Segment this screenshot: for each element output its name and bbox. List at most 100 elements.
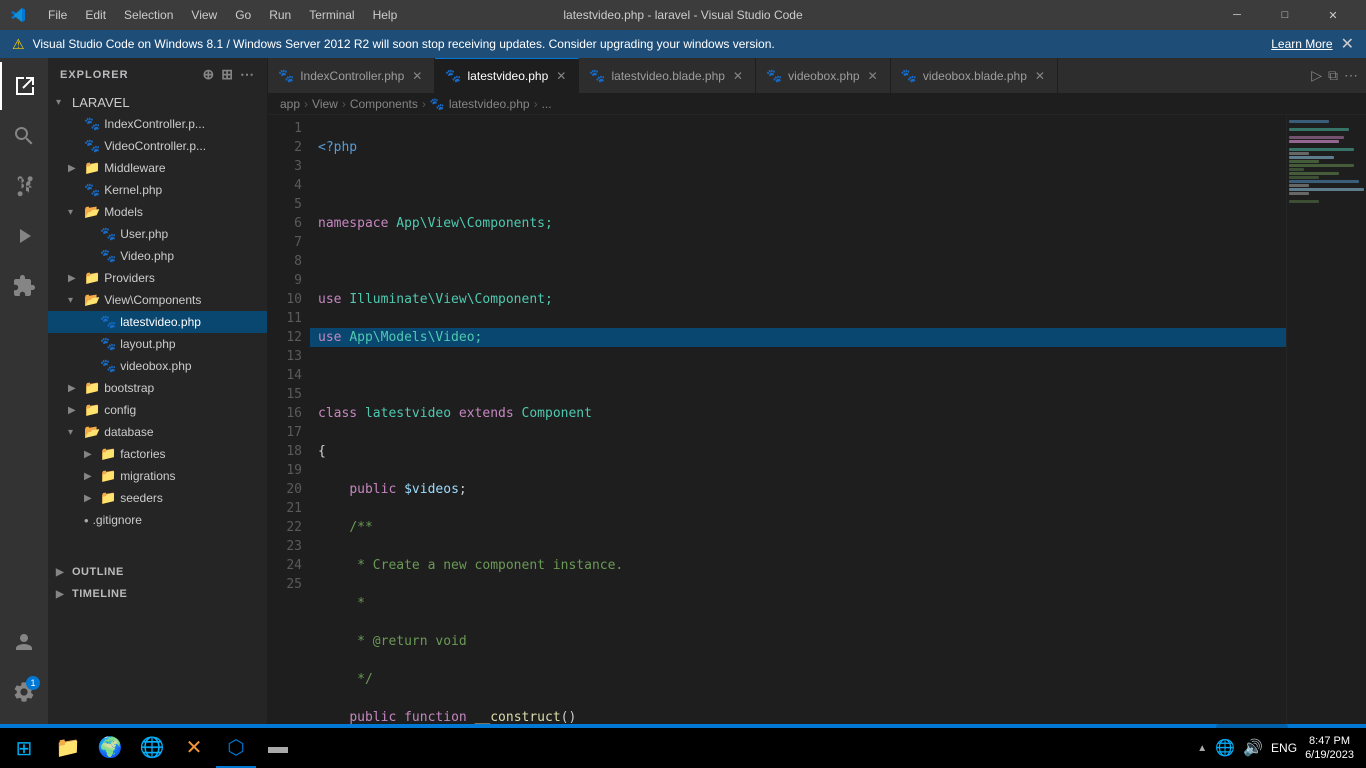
sidebar-item-providers[interactable]: ▶ 📁 Providers — [48, 267, 267, 289]
tab-latestvideo[interactable]: 🐾 latestvideo.php ✕ — [435, 58, 579, 93]
taskbar-file-explorer[interactable]: 📁 — [48, 728, 88, 768]
outline-label: OUTLINE — [72, 566, 124, 578]
tab-indexcontroller[interactable]: 🐾 IndexController.php ✕ — [268, 58, 435, 93]
code-line-5: use Illuminate\View\Component; — [310, 290, 1286, 309]
sidebar-outline-section[interactable]: ▶ OUTLINE — [48, 561, 267, 583]
sidebar-item-label: database — [104, 425, 153, 439]
activity-settings[interactable]: 1 — [0, 668, 48, 716]
sidebar-item-latestvideo[interactable]: 🐾 latestvideo.php — [48, 311, 267, 333]
activity-bar: 1 — [0, 58, 48, 724]
tray-time[interactable]: 8:47 PM 6/19/2023 — [1305, 734, 1354, 763]
sidebar-item-videobox[interactable]: 🐾 videobox.php — [48, 355, 267, 377]
tray-language[interactable]: ENG — [1271, 741, 1297, 755]
sidebar-item-indexcontroller[interactable]: 🐾 IndexController.p... — [48, 113, 267, 135]
folder-icon: 📁 — [100, 490, 116, 506]
sidebar-item-user[interactable]: 🐾 User.php — [48, 223, 267, 245]
more-tabs-icon[interactable]: ⋯ — [1344, 67, 1358, 84]
taskbar-cmd[interactable]: ▬ — [258, 728, 298, 768]
taskbar-chrome[interactable]: 🌐 — [132, 728, 172, 768]
sidebar-item-gitignore[interactable]: • .gitignore — [48, 509, 267, 531]
sidebar-item-view-components[interactable]: ▾ 📂 View\Components — [48, 289, 267, 311]
menu-run[interactable]: Run — [261, 6, 299, 24]
sidebar-item-middleware[interactable]: ▶ 📁 Middleware — [48, 157, 267, 179]
xampp-icon: ✕ — [186, 735, 203, 760]
breadcrumb-view[interactable]: View — [312, 97, 338, 111]
code-line-16: public function __construct() — [310, 708, 1286, 724]
chrome-icon: 🌐 — [140, 735, 165, 760]
tree-root[interactable]: ▾ LARAVEL — [48, 91, 267, 113]
sidebar-item-kernel[interactable]: 🐾 Kernel.php — [48, 179, 267, 201]
tray-volume-icon[interactable]: 🔊 — [1243, 738, 1263, 758]
tab-close-icon[interactable]: ✕ — [866, 67, 880, 85]
tab-close-icon[interactable]: ✕ — [1033, 67, 1047, 85]
menu-view[interactable]: View — [183, 6, 225, 24]
code-line-13: * — [310, 594, 1286, 613]
tab-close-icon[interactable]: ✕ — [554, 67, 568, 85]
code-line-9: { — [310, 442, 1286, 461]
tab-videobox[interactable]: 🐾 videobox.php ✕ — [756, 58, 891, 93]
code-line-12: * Create a new component instance. — [310, 556, 1286, 575]
root-arrow-icon: ▾ — [56, 97, 72, 108]
taskbar: ⊞ 📁 🌍 🌐 ✕ ⬡ ▬ ▲ 🌐 🔊 ENG 8:47 PM 6/19/202… — [0, 728, 1366, 768]
sidebar-item-seeders[interactable]: ▶ 📁 seeders — [48, 487, 267, 509]
run-icon[interactable]: ▷ — [1311, 67, 1322, 84]
sidebar-item-layout[interactable]: 🐾 layout.php — [48, 333, 267, 355]
tray-up-arrow-icon[interactable]: ▲ — [1197, 743, 1207, 754]
sidebar-item-migrations[interactable]: ▶ 📁 migrations — [48, 465, 267, 487]
tray-network-icon[interactable]: 🌐 — [1215, 738, 1235, 758]
activity-accounts[interactable] — [0, 618, 48, 666]
tab-label: IndexController.php — [300, 69, 404, 83]
sidebar-item-models-folder[interactable]: ▾ 📂 Models — [48, 201, 267, 223]
tab-close-icon[interactable]: ✕ — [731, 67, 745, 85]
menu-edit[interactable]: Edit — [77, 6, 114, 24]
window-controls: ─ □ ✕ — [1214, 0, 1356, 30]
tab-file-icon: 🐾 — [766, 68, 782, 84]
menu-selection[interactable]: Selection — [116, 6, 181, 24]
new-file-icon[interactable]: ⊕ — [203, 66, 216, 83]
sidebar-item-bootstrap[interactable]: ▶ 📁 bootstrap — [48, 377, 267, 399]
notification-close-icon[interactable]: ✕ — [1341, 34, 1354, 54]
taskbar-vscode[interactable]: ⬡ — [216, 728, 256, 768]
menu-file[interactable]: File — [40, 6, 75, 24]
sidebar-item-videocontroller[interactable]: 🐾 VideoController.p... — [48, 135, 267, 157]
menu-help[interactable]: Help — [365, 6, 406, 24]
sidebar-item-label: View\Components — [104, 293, 201, 307]
maximize-button[interactable]: □ — [1262, 0, 1308, 30]
code-editor[interactable]: <?php namespace App\View\Components; use… — [310, 115, 1286, 724]
tab-videobox-blade[interactable]: 🐾 videobox.blade.php ✕ — [891, 58, 1058, 93]
taskbar-xampp[interactable]: ✕ — [174, 728, 214, 768]
sidebar-item-video-model[interactable]: 🐾 Video.php — [48, 245, 267, 267]
activity-search[interactable] — [0, 112, 48, 160]
sidebar-item-database[interactable]: ▾ 📂 database — [48, 421, 267, 443]
activity-source-control[interactable] — [0, 162, 48, 210]
start-button[interactable]: ⊞ — [4, 728, 44, 768]
sidebar-item-config[interactable]: ▶ 📁 config — [48, 399, 267, 421]
tab-latestvideo-blade[interactable]: 🐾 latestvideo.blade.php ✕ — [579, 58, 756, 93]
collapse-all-icon[interactable]: ⋯ — [240, 66, 255, 83]
breadcrumb: app › View › Components › 🐾 latestvideo.… — [268, 93, 1366, 115]
sidebar-item-factories[interactable]: ▶ 📁 factories — [48, 443, 267, 465]
close-button[interactable]: ✕ — [1310, 0, 1356, 30]
title-bar-left: File Edit Selection View Go Run Terminal… — [10, 6, 405, 24]
activity-run-debug[interactable] — [0, 212, 48, 260]
learn-more-link[interactable]: Learn More — [1271, 37, 1332, 51]
activity-explorer[interactable] — [0, 62, 48, 110]
split-editor-icon[interactable]: ⧉ — [1328, 67, 1338, 84]
breadcrumb-components[interactable]: Components — [350, 97, 418, 111]
breadcrumb-symbol[interactable]: ... — [542, 97, 552, 111]
minimize-button[interactable]: ─ — [1214, 0, 1260, 30]
new-folder-icon[interactable]: ⊞ — [221, 66, 234, 83]
php-file-icon: 🐾 — [84, 116, 100, 132]
php-file-icon: 🐾 — [84, 138, 100, 154]
code-line-8: class latestvideo extends Component — [310, 404, 1286, 423]
folder-arrow-icon: ▶ — [68, 405, 84, 416]
menu-go[interactable]: Go — [227, 6, 259, 24]
menu-terminal[interactable]: Terminal — [301, 6, 362, 24]
breadcrumb-app[interactable]: app — [280, 97, 300, 111]
breadcrumb-filename[interactable]: latestvideo.php — [449, 97, 530, 111]
taskbar-ie[interactable]: 🌍 — [90, 728, 130, 768]
cmd-icon: ▬ — [268, 736, 288, 759]
tab-close-icon[interactable]: ✕ — [410, 67, 424, 85]
sidebar-timeline-section[interactable]: ▶ TIMELINE — [48, 583, 267, 605]
activity-extensions[interactable] — [0, 262, 48, 310]
